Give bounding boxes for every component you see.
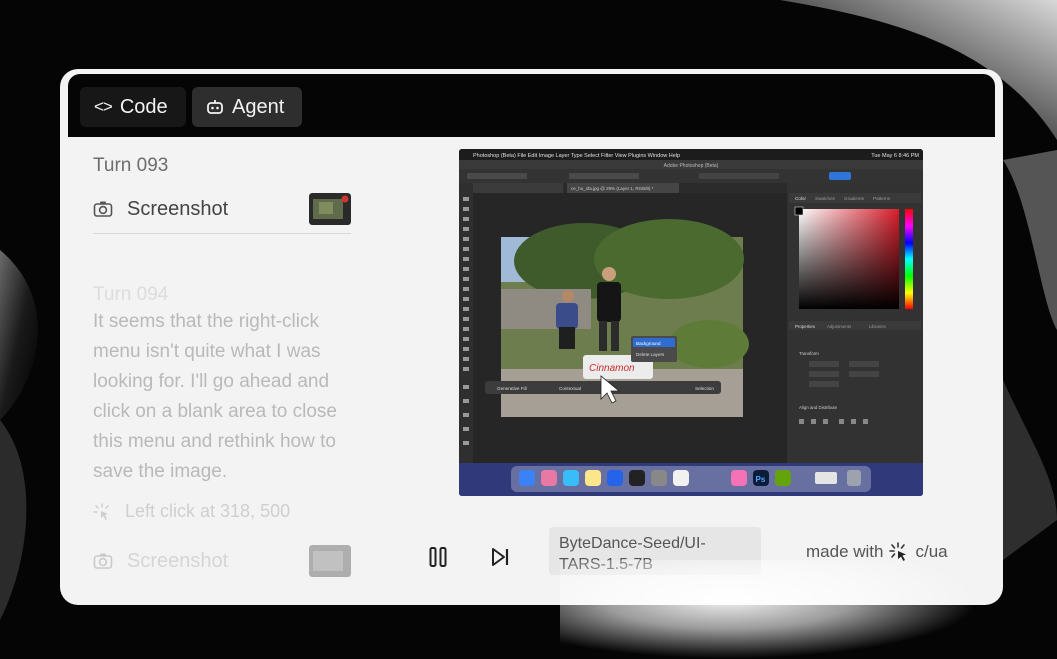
playback-controls: ByteDance-Seed/UI-TARS-1.5-7B made with … [420,527,980,599]
panel-tab: Gradients [844,196,865,201]
panel-tab: Swatches [815,196,836,201]
pause-button[interactable] [420,539,456,575]
hue-slider [905,209,913,309]
menubar-clock: Tue May 6 8:46 PM [871,153,919,159]
task-bar-item: Generative Fill [497,386,527,391]
model-name-badge: ByteDance-Seed/UI-TARS-1.5-7B [549,527,761,575]
turn-log[interactable]: Turn 093 Screenshot Turn 094 It seems th… [93,149,383,589]
turn-label: Turn 094 [93,284,169,305]
pause-icon [429,547,447,567]
brand-label: c/ua [915,542,948,561]
context-menu-item: Background [636,341,661,346]
photo-sign-text: Cinnamon [589,363,635,374]
panel-tab: Color [795,196,806,201]
section-title: Align and Distribute [799,405,838,410]
context-menu-item: Delete Layers [636,352,665,357]
screenshot-thumbnail[interactable] [309,545,351,577]
camera-icon [93,201,113,217]
photoshop-screenshot: Photoshop (Beta) File Edit Image Layer T… [459,149,923,496]
tab-agent[interactable]: Agent [192,87,302,127]
screenshot-entry[interactable]: Screenshot [93,541,351,581]
robot-icon [207,100,223,114]
cua-logo-icon [889,542,907,561]
mode-tab-bar: <> Code Agent [68,74,995,137]
panel-tab: Patterns [873,196,891,201]
screenshot-label: Screenshot [127,197,229,220]
task-bar-item: Contextual [559,386,581,391]
section-title: Transform [799,351,819,356]
action-label: Left click at 318, 500 [125,501,291,521]
code-brackets-icon: <> [94,97,113,116]
tab-code[interactable]: <> Code [80,87,186,127]
photoshop-dock-label: Ps [756,475,766,484]
agent-thought-text: It seems that the right-click menu isn't… [93,311,337,482]
tab-code-label: Code [119,95,168,118]
props-tab: Properties [795,324,816,329]
made-with-credit[interactable]: made with c/ua [806,542,948,562]
props-tab: Adjustments [827,324,852,329]
document-tab: ce_hu_sfa.jpg @ 29% (Layer 1, RGB/8) * [571,186,654,191]
made-with-label: made with [806,542,884,561]
skip-next-icon [492,548,509,566]
skip-next-button[interactable] [482,539,518,575]
action-entry: Left click at 318, 500 [93,501,290,522]
divider [93,233,351,234]
tab-agent-label: Agent [232,95,285,118]
screenshot-thumbnail[interactable] [309,193,351,225]
screenshot-label: Screenshot [127,549,229,572]
agent-screen: Photoshop (Beta) File Edit Image Layer T… [459,149,923,496]
turn-label: Turn 093 [93,155,169,176]
props-tab: Libraries [869,324,887,329]
screenshot-entry[interactable]: Screenshot [93,189,351,229]
menubar-text: Photoshop (Beta) File Edit Image Layer T… [473,153,680,159]
click-icon [93,502,109,520]
camera-icon [93,553,113,569]
window-title: Adobe Photoshop (Beta) [664,163,719,169]
agent-viewer-card: <> Code Agent Turn 093 Screenshot Turn 0… [60,69,1003,605]
task-bar-item: Selection [695,386,714,391]
